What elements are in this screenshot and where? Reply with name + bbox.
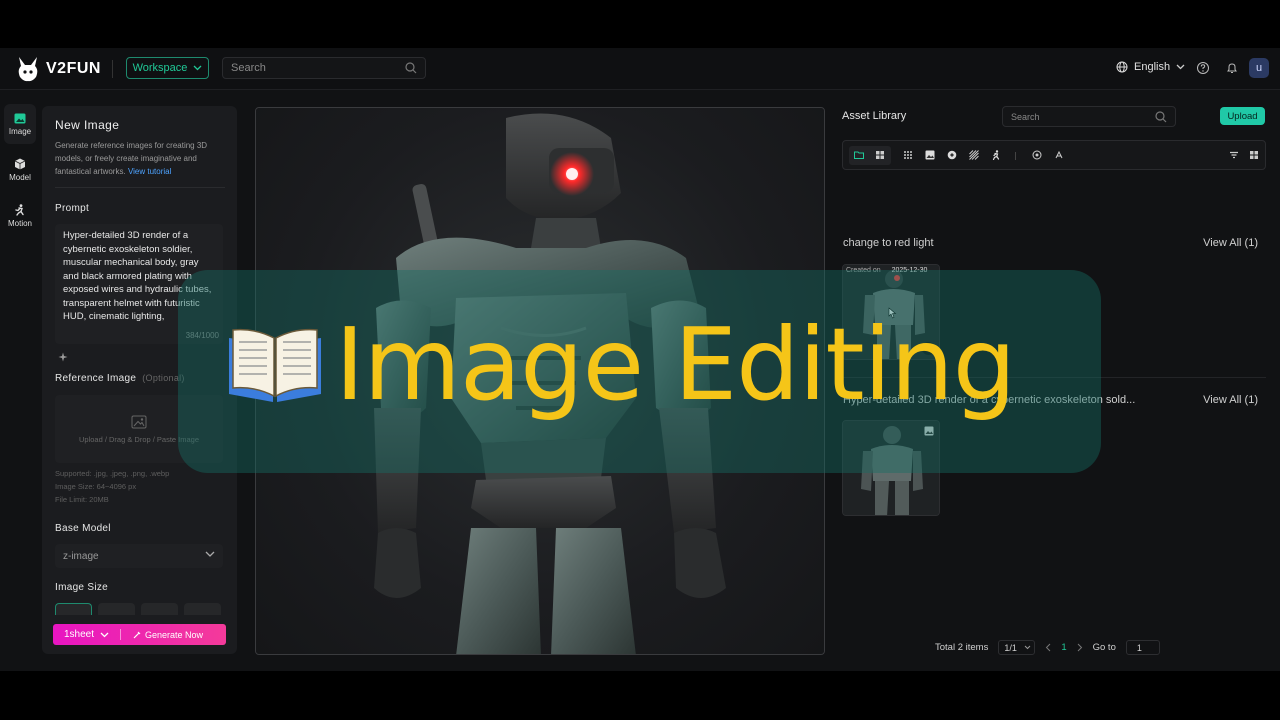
asset-group-title: change to red light bbox=[843, 237, 934, 249]
goto-page-input[interactable]: 1 bbox=[1125, 640, 1160, 655]
page-number-current[interactable]: 1 bbox=[1061, 642, 1066, 653]
globe-icon bbox=[1116, 61, 1128, 73]
asset-filter-bar bbox=[842, 140, 1266, 170]
workspace-dropdown[interactable]: Workspace bbox=[126, 57, 209, 79]
brand-name: V2FUN bbox=[46, 60, 101, 77]
workspace-label: Workspace bbox=[132, 62, 188, 74]
overlay-title-text: Image Editing bbox=[335, 306, 1016, 423]
running-person-icon bbox=[15, 204, 24, 216]
size-option[interactable] bbox=[141, 603, 178, 615]
tutorial-link[interactable]: View tutorial bbox=[128, 167, 171, 176]
base-model-select[interactable]: z-image bbox=[55, 544, 223, 568]
global-search-input[interactable]: Search bbox=[222, 57, 426, 79]
help-icon[interactable] bbox=[1196, 61, 1210, 75]
chevron-right-icon[interactable] bbox=[1077, 643, 1083, 652]
bell-icon[interactable] bbox=[1225, 61, 1239, 75]
language-label: English bbox=[1134, 61, 1171, 73]
panel-title: New Image bbox=[55, 118, 120, 132]
image-upload-icon bbox=[131, 415, 147, 428]
nav-item-image[interactable]: Image bbox=[4, 104, 36, 144]
chevron-down-icon bbox=[1176, 64, 1185, 70]
prompt-label: Prompt bbox=[55, 203, 90, 214]
page-select-value: 1/1 bbox=[1004, 642, 1017, 653]
divider bbox=[112, 60, 113, 78]
reference-image-label: Reference Image (Optional) bbox=[55, 373, 185, 384]
search-placeholder: Search bbox=[231, 62, 266, 74]
nav-item-motion[interactable]: Motion bbox=[4, 196, 36, 236]
image-size-options bbox=[55, 603, 221, 615]
chevron-down-icon bbox=[193, 65, 202, 71]
view-all-link[interactable]: View All (1) bbox=[1203, 394, 1258, 406]
generate-now-button[interactable]: Generate Now bbox=[121, 630, 203, 640]
chevron-down-icon bbox=[100, 632, 109, 637]
nav-label-model: Model bbox=[9, 173, 31, 182]
nav-label-image: Image bbox=[8, 126, 32, 136]
view-all-link[interactable]: View All (1) bbox=[1203, 237, 1258, 249]
size-option[interactable] bbox=[184, 603, 221, 615]
rig-filter-icon[interactable] bbox=[1054, 150, 1064, 160]
supported-formats: Supported: .jpg, .jpeg, .png, .webp bbox=[55, 469, 170, 478]
open-book-icon bbox=[229, 328, 321, 402]
expand-icon[interactable] bbox=[1249, 150, 1259, 160]
upload-specs: Supported: .jpg, .jpeg, .png, .webp Imag… bbox=[55, 467, 169, 506]
grid-view-icon[interactable] bbox=[875, 150, 885, 160]
user-avatar[interactable]: u bbox=[1249, 58, 1269, 78]
brand-logo[interactable]: V2FUN bbox=[16, 56, 101, 82]
rabbit-logo-icon bbox=[18, 57, 38, 82]
base-model-value: z-image bbox=[63, 550, 99, 562]
reference-label-text: Reference Image bbox=[55, 373, 137, 384]
pagination: Total 2 items 1/1 1 Go to 1 bbox=[935, 640, 1160, 655]
language-selector[interactable]: English bbox=[1116, 61, 1185, 73]
goto-label: Go to bbox=[1092, 642, 1116, 653]
image-size-spec: Image Size: 64~4096 px bbox=[55, 482, 137, 491]
panel-description: Generate reference images for creating 3… bbox=[55, 139, 227, 178]
wand-icon bbox=[133, 631, 141, 638]
overlay-title: Image Editing bbox=[225, 300, 1016, 430]
asset-search-placeholder: Search bbox=[1011, 111, 1040, 122]
folder-icon[interactable] bbox=[854, 150, 864, 160]
magic-wand-icon[interactable] bbox=[58, 352, 68, 362]
image-icon bbox=[14, 113, 26, 123]
asset-search-input[interactable]: Search bbox=[1002, 106, 1176, 127]
chevron-down-icon bbox=[1024, 645, 1031, 650]
generate-label: Generate Now bbox=[145, 629, 204, 640]
nav-label-motion: Motion bbox=[7, 219, 32, 228]
texture-filter-icon[interactable] bbox=[969, 150, 979, 160]
search-icon[interactable] bbox=[405, 62, 417, 74]
size-option[interactable] bbox=[55, 603, 92, 615]
all-items-icon[interactable] bbox=[903, 150, 913, 160]
divider bbox=[1015, 152, 1016, 160]
top-bar: V2FUN Workspace Search English u bbox=[0, 48, 1280, 90]
image-size-label: Image Size bbox=[55, 582, 109, 593]
file-limit-spec: File Limit: 20MB bbox=[55, 495, 109, 504]
style-filter-icon[interactable] bbox=[1032, 150, 1042, 160]
divider bbox=[55, 187, 225, 188]
search-icon[interactable] bbox=[1155, 111, 1167, 123]
sheet-count-dropdown[interactable]: 1sheet bbox=[53, 629, 120, 640]
total-items: Total 2 items bbox=[935, 642, 989, 653]
nav-item-model[interactable]: Model bbox=[4, 150, 36, 190]
base-model-label: Base Model bbox=[55, 523, 111, 534]
left-nav: Image Model Motion bbox=[0, 104, 40, 242]
model-filter-icon[interactable] bbox=[947, 150, 957, 160]
asset-library-title: Asset Library bbox=[842, 110, 907, 122]
sheet-count-label: 1sheet bbox=[64, 629, 95, 640]
image-filter-icon[interactable] bbox=[925, 150, 935, 160]
filter-icon[interactable] bbox=[1229, 150, 1239, 160]
motion-filter-icon[interactable] bbox=[991, 150, 1001, 160]
size-option[interactable] bbox=[98, 603, 135, 615]
chevron-left-icon[interactable] bbox=[1045, 643, 1051, 652]
page-size-select[interactable]: 1/1 bbox=[998, 640, 1036, 655]
generate-bar: 1sheet Generate Now bbox=[53, 624, 226, 645]
cube-icon bbox=[14, 158, 26, 170]
chevron-down-icon bbox=[205, 551, 215, 557]
upload-button[interactable]: Upload bbox=[1220, 107, 1265, 125]
